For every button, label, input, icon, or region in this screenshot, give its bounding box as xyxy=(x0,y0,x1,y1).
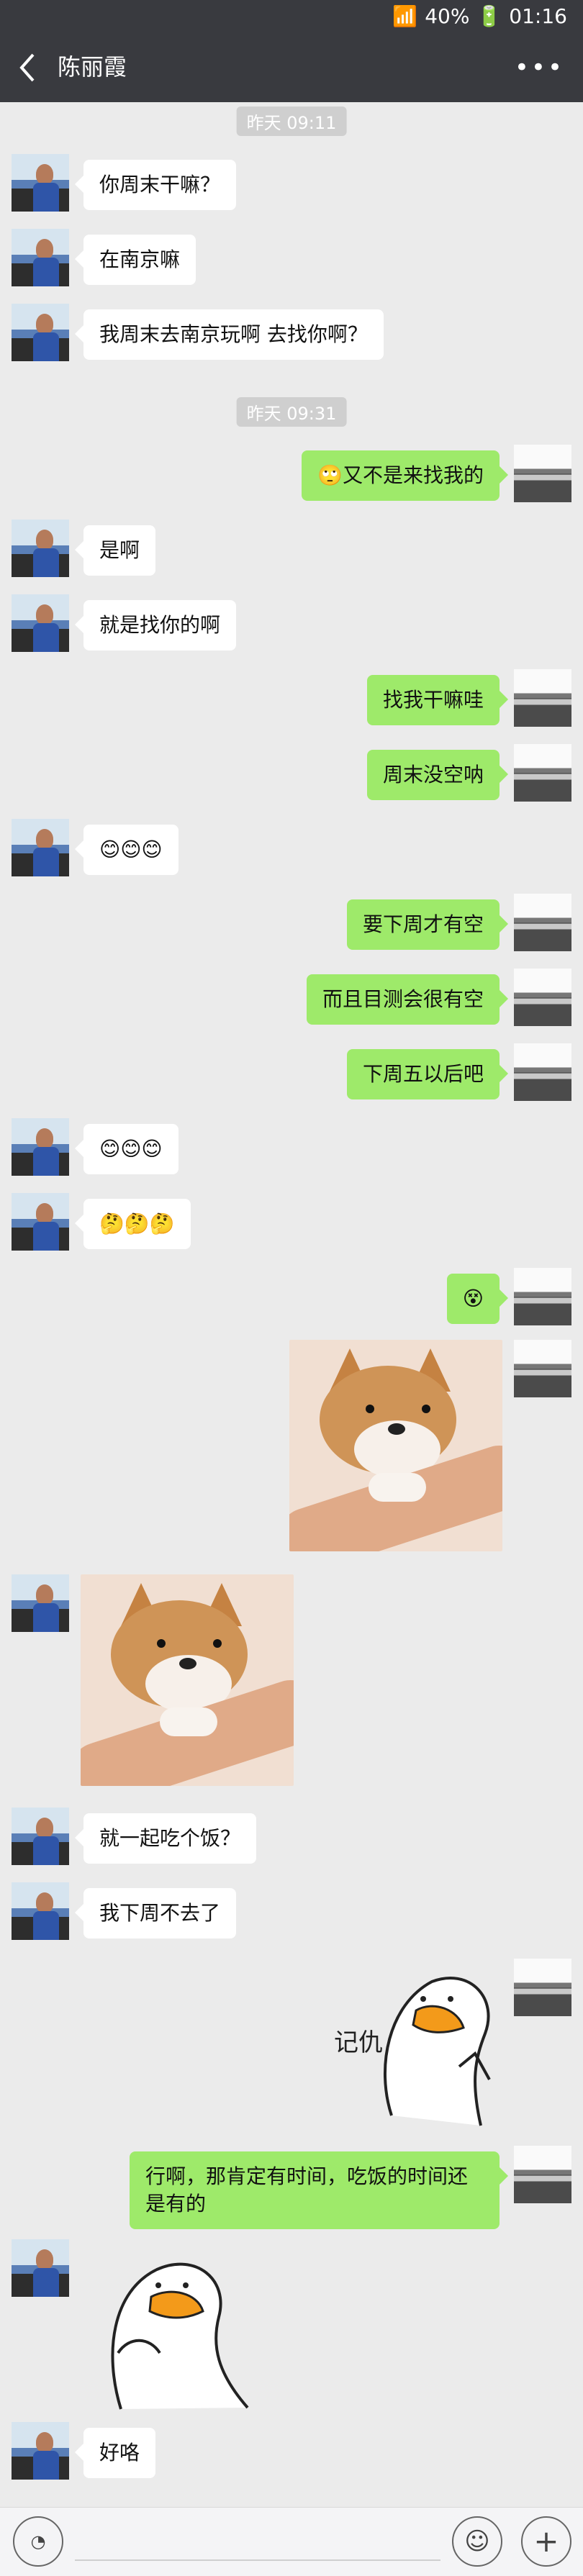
battery-percent: 40% xyxy=(425,4,470,28)
duck-sticker[interactable]: 记仇 xyxy=(322,1959,502,2139)
status-bar: 📶 40% 🔋 01:16 xyxy=(0,0,583,33)
contact-avatar[interactable] xyxy=(12,304,69,361)
my-avatar[interactable] xyxy=(514,744,571,802)
contact-avatar[interactable] xyxy=(12,229,69,286)
message-bubble[interactable]: 找我干嘛哇 xyxy=(366,675,509,725)
message-bubble[interactable]: 要下周才有空 xyxy=(346,899,509,950)
voice-button[interactable]: ◔ xyxy=(13,2516,63,2567)
contact-avatar[interactable] xyxy=(12,819,69,876)
my-avatar[interactable] xyxy=(514,894,571,951)
message-bubble[interactable]: 🙄又不是来找我的 xyxy=(302,450,508,501)
message-bubble[interactable]: 🤔🤔🤔 xyxy=(75,1199,191,1249)
message-bubble[interactable]: 我周末去南京玩啊 去找你啊？ xyxy=(75,309,384,360)
my-avatar[interactable] xyxy=(514,1268,571,1325)
message-bubble[interactable]: 好咯 xyxy=(74,2428,156,2478)
message-bubble[interactable]: 你周末干嘛？ xyxy=(74,160,237,210)
my-avatar[interactable] xyxy=(514,2146,571,2203)
my-avatar[interactable] xyxy=(514,1340,571,1397)
contact-avatar[interactable] xyxy=(12,2422,69,2480)
battery-icon: 🔋 xyxy=(476,4,502,28)
timestamp: 昨天 09:11 xyxy=(236,106,347,136)
contact-avatar[interactable] xyxy=(12,154,69,212)
message-input[interactable] xyxy=(75,2559,440,2561)
message-bubble[interactable]: 😵 xyxy=(446,1274,509,1324)
voice-icon: ◔ xyxy=(30,2531,46,2552)
contact-avatar[interactable] xyxy=(12,1808,69,1865)
message-bubble[interactable]: 我下周不去了 xyxy=(74,1888,237,1938)
chat-header: 陈丽霞 ••• xyxy=(0,33,583,102)
contact-avatar[interactable] xyxy=(12,520,69,577)
sticker-text: 记仇 xyxy=(334,2028,383,2057)
contact-avatar[interactable] xyxy=(12,1193,69,1251)
contact-avatar[interactable] xyxy=(12,1882,69,1940)
message-bubble[interactable]: 而且目测会很有空 xyxy=(306,974,509,1025)
message-bubble[interactable]: 😊😊😊 xyxy=(75,1124,178,1174)
duck-sticker-image: 记仇 xyxy=(334,1977,491,2126)
back-button[interactable] xyxy=(14,50,43,85)
contact-avatar[interactable] xyxy=(12,1118,69,1176)
shiba-photo[interactable] xyxy=(81,1574,294,1786)
more-options-button[interactable]: ••• xyxy=(515,53,564,82)
status-right: 📶 40% 🔋 01:16 xyxy=(392,4,567,28)
my-avatar[interactable] xyxy=(514,445,571,502)
emoji-icon: ☺ xyxy=(464,2527,490,2556)
emoji-button[interactable]: ☺ xyxy=(452,2516,502,2567)
message-bubble[interactable]: 周末没空呐 xyxy=(366,750,509,800)
my-avatar[interactable] xyxy=(514,969,571,1026)
message-bubble[interactable]: 就是找你的啊 xyxy=(74,600,237,650)
input-bar: ◔ ☺ + xyxy=(0,2507,583,2576)
message-bubble[interactable]: 在南京嘛 xyxy=(74,235,196,285)
duck-sticker-image xyxy=(111,2262,249,2410)
shiba-photo[interactable] xyxy=(289,1340,502,1551)
clock-time: 01:16 xyxy=(509,4,567,28)
message-bubble[interactable]: 是啊 xyxy=(74,525,156,576)
contact-avatar[interactable] xyxy=(12,2239,69,2297)
contact-avatar[interactable] xyxy=(12,1574,69,1632)
plus-icon: + xyxy=(533,2523,559,2559)
message-bubble[interactable]: 就一起吃个饭？ xyxy=(74,1813,257,1864)
message-bubble[interactable]: 😊😊😊 xyxy=(75,825,178,875)
my-avatar[interactable] xyxy=(514,669,571,727)
message-bubble[interactable]: 下周五以后吧 xyxy=(346,1049,509,1099)
message-bubble[interactable]: 行啊，那肯定有时间，吃饭的时间还是有的 xyxy=(130,2151,508,2229)
duck-sticker[interactable] xyxy=(81,2245,261,2425)
timestamp: 昨天 09:31 xyxy=(236,397,347,427)
more-actions-button[interactable]: + xyxy=(521,2516,571,2567)
my-avatar[interactable] xyxy=(514,1959,571,2016)
chat-area: 昨天 09:11 你周末干嘛？ 在南京嘛 我周末去南京玩啊 去找你啊？ 昨天 0… xyxy=(0,102,583,2507)
chevron-left-icon xyxy=(19,53,35,82)
contact-name: 陈丽霞 xyxy=(58,53,127,81)
my-avatar[interactable] xyxy=(514,1043,571,1101)
wifi-icon: 📶 xyxy=(392,4,418,28)
contact-avatar[interactable] xyxy=(12,594,69,652)
